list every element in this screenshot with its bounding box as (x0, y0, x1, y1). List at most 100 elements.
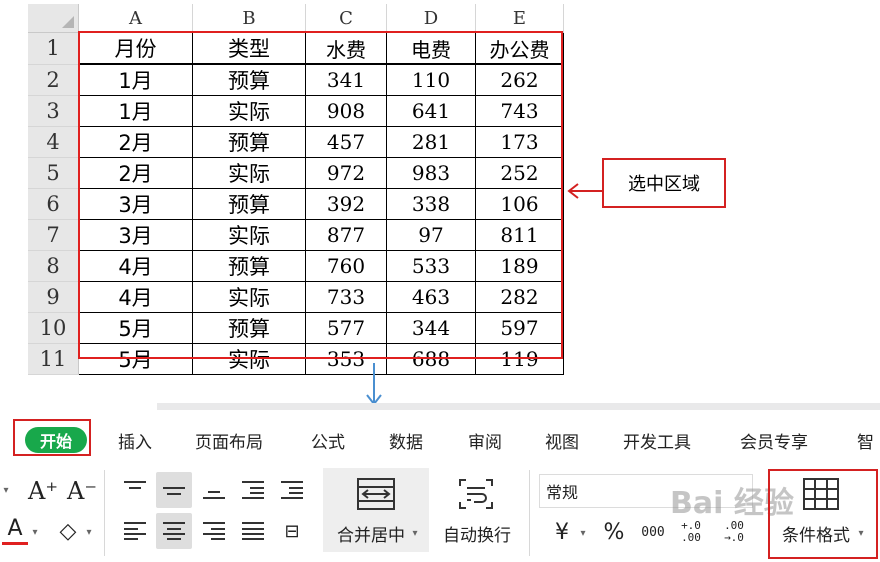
align-left-icon[interactable] (124, 522, 146, 540)
data-cell[interactable]: 338 (386, 188, 476, 220)
currency-button[interactable]: ¥ (548, 517, 576, 547)
increase-decimal-button[interactable]: +.0 .00 (676, 515, 706, 549)
column-header[interactable]: D (386, 4, 476, 33)
data-cell[interactable]: 344 (386, 312, 476, 344)
data-cell[interactable]: 983 (386, 157, 476, 189)
data-cell[interactable]: 4月 (78, 281, 193, 313)
row-header[interactable]: 8 (28, 250, 79, 282)
data-cell[interactable]: 463 (386, 281, 476, 313)
data-cell[interactable]: 实际 (192, 157, 306, 189)
header-cell[interactable]: 月份 (78, 32, 193, 65)
align-top-icon[interactable] (124, 481, 146, 499)
data-cell[interactable]: 预算 (192, 63, 306, 96)
data-cell[interactable]: 实际 (192, 219, 306, 251)
row-header[interactable]: 10 (28, 312, 79, 344)
data-cell[interactable]: 实际 (192, 281, 306, 313)
column-header[interactable]: E (475, 4, 564, 33)
data-cell[interactable]: 341 (305, 63, 387, 96)
header-cell[interactable]: 办公费 (475, 32, 564, 65)
data-cell[interactable]: 119 (475, 343, 564, 375)
data-cell[interactable]: 1月 (78, 95, 193, 127)
column-header[interactable]: A (78, 4, 193, 33)
data-cell[interactable]: 577 (305, 312, 387, 344)
thousands-separator-button[interactable]: 000 (638, 517, 668, 547)
increase-indent-icon[interactable] (281, 481, 303, 499)
tab-data[interactable]: 数据 (389, 428, 423, 453)
data-cell[interactable]: 5月 (78, 312, 193, 344)
data-cell[interactable]: 733 (305, 281, 387, 313)
align-right-icon[interactable] (203, 522, 225, 540)
tab-review[interactable]: 审阅 (468, 428, 502, 453)
row-header[interactable]: 4 (28, 126, 79, 158)
data-cell[interactable]: 457 (305, 126, 387, 158)
select-all-corner[interactable] (28, 4, 79, 33)
row-header[interactable]: 11 (28, 343, 79, 375)
justify-icon[interactable] (242, 522, 264, 540)
data-cell[interactable]: 106 (475, 188, 564, 220)
data-cell[interactable]: 262 (475, 63, 564, 96)
distributed-align-icon[interactable]: ⊟ (279, 518, 305, 544)
data-cell[interactable]: 预算 (192, 312, 306, 344)
data-cell[interactable]: 3月 (78, 188, 193, 220)
data-cell[interactable]: 110 (386, 63, 476, 96)
data-cell[interactable]: 实际 (192, 343, 306, 375)
data-cell[interactable]: 189 (475, 250, 564, 282)
row-header[interactable]: 1 (28, 32, 79, 65)
currency-caret-icon[interactable]: ▾ (578, 526, 588, 540)
row-header[interactable]: 9 (28, 281, 79, 313)
data-cell[interactable]: 2月 (78, 157, 193, 189)
decrease-decimal-button[interactable]: .00 →.0 (716, 515, 752, 549)
data-cell[interactable]: 实际 (192, 95, 306, 127)
tab-page-layout[interactable]: 页面布局 (195, 428, 263, 453)
row-header[interactable]: 5 (28, 157, 79, 189)
font-grow-button[interactable]: A⁺ (27, 475, 59, 507)
data-cell[interactable]: 预算 (192, 126, 306, 158)
data-cell[interactable]: 2月 (78, 126, 193, 158)
tab-formulas[interactable]: 公式 (311, 428, 345, 453)
data-cell[interactable]: 1月 (78, 63, 193, 96)
data-cell[interactable]: 743 (475, 95, 564, 127)
wrap-text-icon[interactable] (458, 478, 494, 510)
data-cell[interactable]: 173 (475, 126, 564, 158)
data-cell[interactable]: 281 (386, 126, 476, 158)
row-header[interactable]: 6 (28, 188, 79, 220)
data-cell[interactable]: 597 (475, 312, 564, 344)
data-cell[interactable]: 641 (386, 95, 476, 127)
font-size-dropdown-caret-icon[interactable]: ▾ (0, 480, 12, 500)
data-cell[interactable]: 688 (386, 343, 476, 375)
align-bottom-icon[interactable] (203, 481, 225, 499)
data-cell[interactable]: 908 (305, 95, 387, 127)
data-cell[interactable]: 282 (475, 281, 564, 313)
column-header[interactable]: B (192, 4, 306, 33)
data-cell[interactable]: 533 (386, 250, 476, 282)
decrease-indent-icon[interactable] (242, 481, 264, 499)
data-cell[interactable]: 97 (386, 219, 476, 251)
data-cell[interactable]: 预算 (192, 250, 306, 282)
font-shrink-button[interactable]: A⁻ (66, 475, 98, 507)
row-header[interactable]: 3 (28, 95, 79, 127)
row-header[interactable]: 7 (28, 219, 79, 251)
data-cell[interactable]: 4月 (78, 250, 193, 282)
tab-member[interactable]: 会员专享 (740, 428, 808, 453)
data-cell[interactable]: 预算 (192, 188, 306, 220)
data-cell[interactable]: 760 (305, 250, 387, 282)
eraser-icon[interactable]: ◇ (52, 515, 84, 547)
data-cell[interactable]: 3月 (78, 219, 193, 251)
data-cell[interactable]: 392 (305, 188, 387, 220)
merge-caret-icon[interactable]: ▾ (410, 526, 420, 540)
wrap-text-button[interactable]: 自动换行 (436, 520, 518, 546)
header-cell[interactable]: 类型 (192, 32, 306, 65)
data-cell[interactable]: 811 (475, 219, 564, 251)
header-cell[interactable]: 电费 (386, 32, 476, 65)
font-color-caret-icon[interactable]: ▾ (30, 524, 40, 540)
tab-view[interactable]: 视图 (545, 428, 579, 453)
font-color-button[interactable]: A (2, 515, 28, 545)
row-header[interactable]: 2 (28, 64, 79, 96)
data-cell[interactable]: 877 (305, 219, 387, 251)
clear-caret-icon[interactable]: ▾ (84, 524, 94, 540)
data-cell[interactable]: 5月 (78, 343, 193, 375)
tab-smart[interactable]: 智 (857, 428, 874, 453)
column-header[interactable]: C (305, 4, 387, 33)
tab-developer[interactable]: 开发工具 (623, 428, 691, 453)
data-cell[interactable]: 972 (305, 157, 387, 189)
